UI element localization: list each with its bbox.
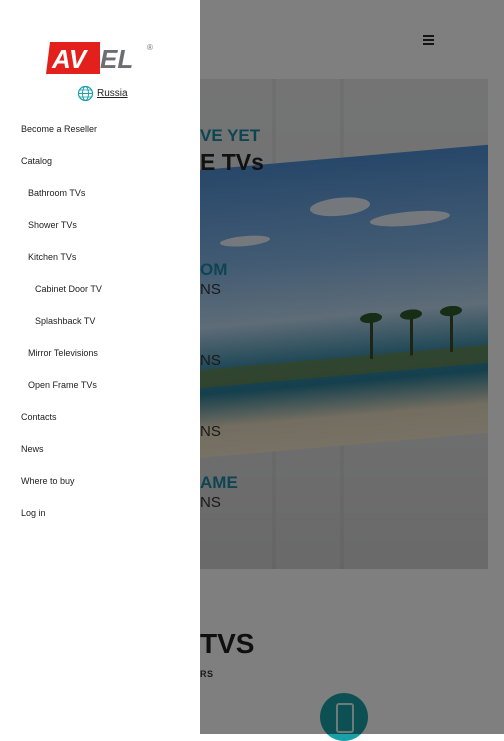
menu-item-become-a-reseller[interactable]: Become a Reseller xyxy=(21,123,97,135)
menu-item-mirror-televisions[interactable]: Mirror Televisions xyxy=(28,347,98,359)
svg-text:®: ® xyxy=(147,43,153,52)
menu-item-kitchen-tvs[interactable]: Kitchen TVs xyxy=(28,251,76,263)
menu-item-shower-tvs[interactable]: Shower TVs xyxy=(28,219,77,231)
menu-item-open-frame-tvs[interactable]: Open Frame TVs xyxy=(28,379,97,391)
menu-item-where-to-buy[interactable]: Where to buy xyxy=(21,475,75,487)
region-label[interactable]: Russia xyxy=(97,88,128,99)
menu-item-log-in[interactable]: Log in xyxy=(21,507,46,519)
avel-logo[interactable]: AV EL ® xyxy=(46,42,156,74)
region-selector[interactable]: Russia xyxy=(77,84,128,102)
menu-item-catalog[interactable]: Catalog xyxy=(21,155,52,167)
svg-text:AV: AV xyxy=(51,44,89,74)
navigation-drawer: AV EL ® Russia Become a Reseller Catalog… xyxy=(0,0,200,734)
menu-item-cabinet-door-tv[interactable]: Cabinet Door TV xyxy=(35,283,102,295)
menu-item-news[interactable]: News xyxy=(21,443,44,455)
menu-item-splashback-tv[interactable]: Splashback TV xyxy=(35,315,95,327)
globe-icon xyxy=(77,85,94,101)
menu-item-contacts[interactable]: Contacts xyxy=(21,411,57,423)
svg-text:EL: EL xyxy=(100,44,133,74)
menu-item-bathroom-tvs[interactable]: Bathroom TVs xyxy=(28,187,85,199)
